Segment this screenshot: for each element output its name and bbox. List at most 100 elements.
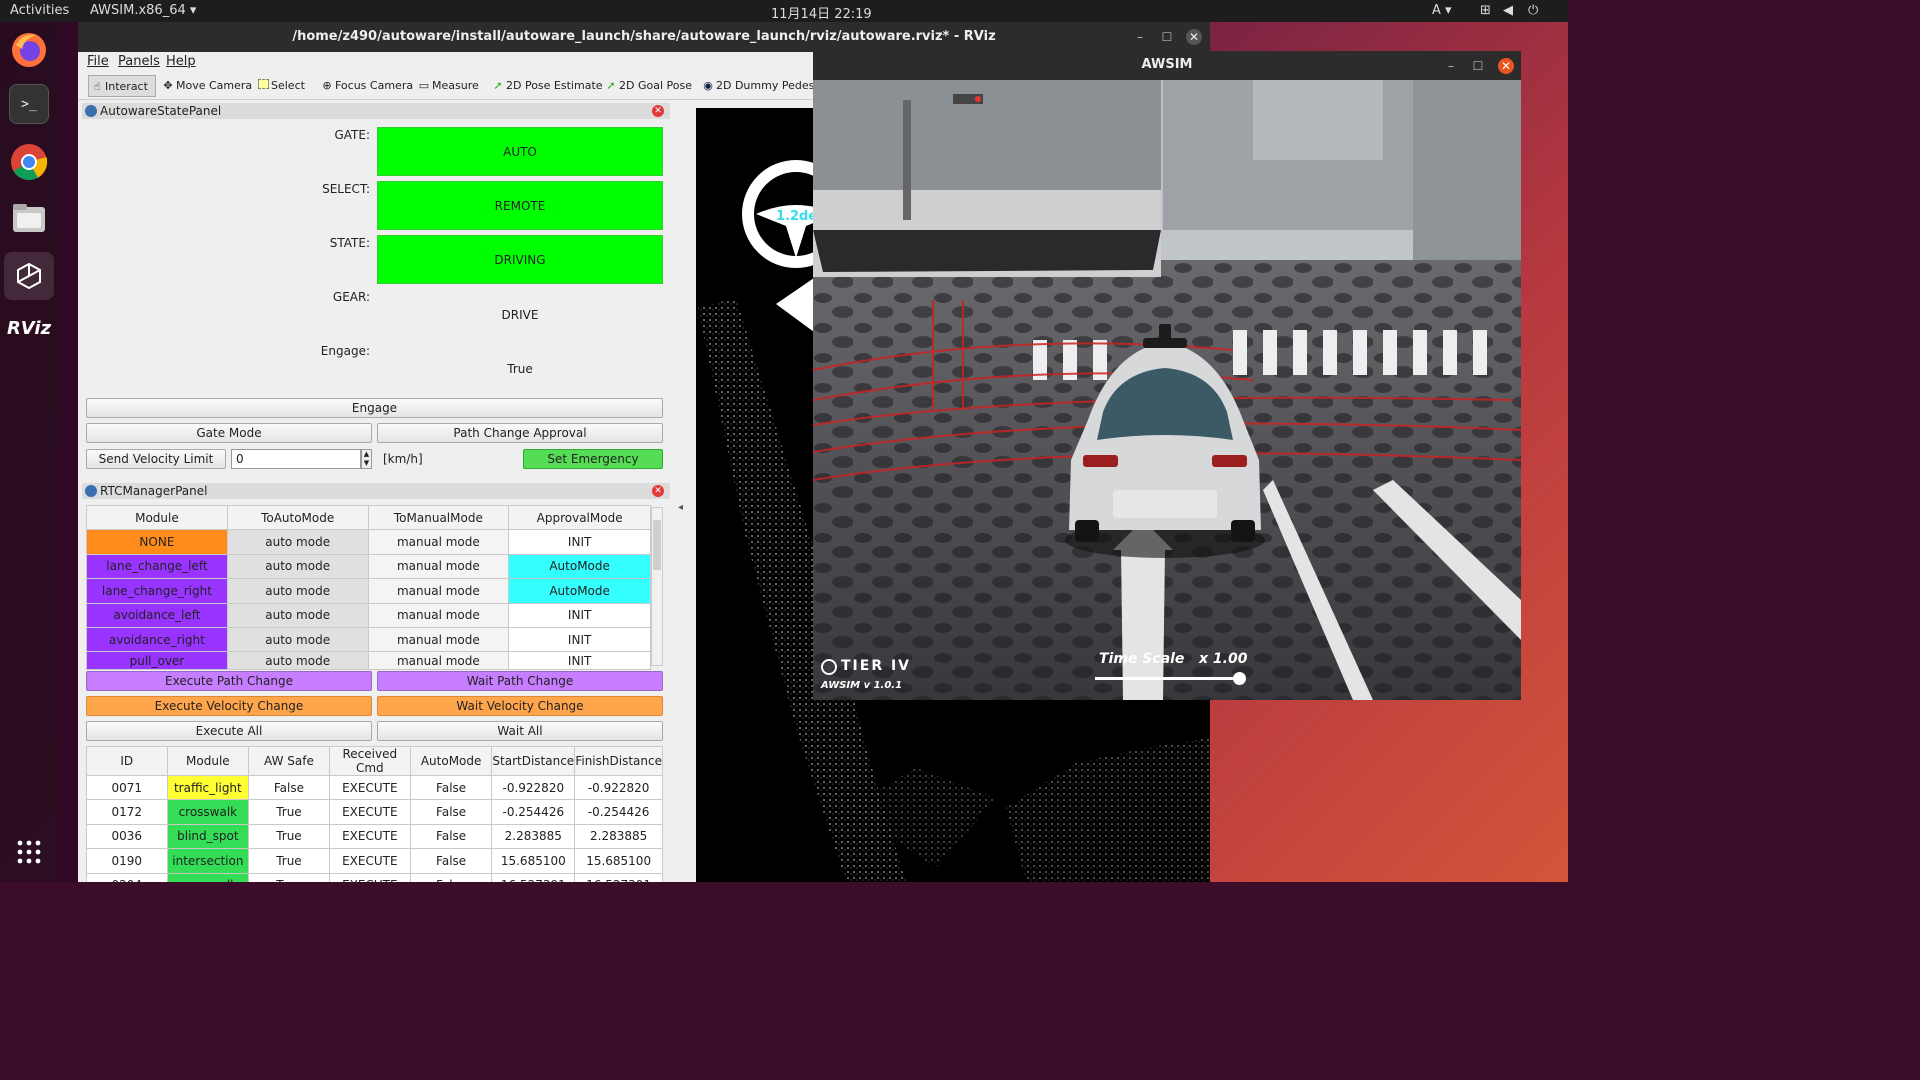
arrow-icon: ➚ xyxy=(493,79,503,92)
firefox-icon[interactable] xyxy=(9,30,49,70)
clock[interactable]: 11月14日 22:19 xyxy=(771,3,872,22)
awsim-window: AWSIM – ☐ ✕ TIER IV AWSIM v 1.0.1 Time S… xyxy=(813,51,1521,700)
velocity-limit-input[interactable]: 0 xyxy=(231,449,361,469)
manual-mode-button[interactable]: manual mode xyxy=(367,602,510,628)
approval-cell: INIT xyxy=(508,529,651,555)
table-row: 0190 intersection True EXECUTE False 15.… xyxy=(86,848,663,874)
tool-interact[interactable]: ☝ Interact xyxy=(88,75,156,97)
velocity-spinner[interactable]: ▲ ▼ xyxy=(361,449,372,469)
arrow-icon: ➚ xyxy=(606,79,616,92)
gate-label: GATE: xyxy=(334,128,370,142)
auto-mode-button[interactable]: auto mode xyxy=(226,602,369,628)
tool-focus-camera[interactable]: ⊕ Focus Camera xyxy=(319,75,413,97)
scrollbar-thumb[interactable] xyxy=(653,520,661,570)
auto-mode-button[interactable]: auto mode xyxy=(226,626,369,653)
engage-button[interactable]: Engage xyxy=(86,398,663,418)
execute-path-change-button[interactable]: Execute Path Change xyxy=(86,671,372,691)
manual-mode-button[interactable]: manual mode xyxy=(367,578,510,604)
wait-velocity-change-button[interactable]: Wait Velocity Change xyxy=(377,696,663,716)
auto-cell: False xyxy=(409,848,493,874)
rtc-status-table: ID Module AW Safe Received Cmd AutoMode … xyxy=(86,746,663,882)
simulation-view[interactable]: TIER IV AWSIM v 1.0.1 Time Scale x 1.00 xyxy=(813,80,1521,700)
execute-velocity-change-button[interactable]: Execute Velocity Change xyxy=(86,696,372,716)
volume-icon[interactable]: ◀ xyxy=(1503,3,1513,18)
rtc-table-scrollbar[interactable] xyxy=(651,507,663,666)
menu-help[interactable]: Help xyxy=(166,54,196,69)
awsim-title: AWSIM xyxy=(1141,57,1193,72)
tool-move-camera[interactable]: ✥ Move Camera xyxy=(160,75,252,97)
dock: >_ RViz xyxy=(0,22,58,882)
start-cell: 15.685100 xyxy=(491,848,576,874)
power-icon[interactable]: ⏻ xyxy=(1528,3,1538,18)
start-cell: 2.283885 xyxy=(491,823,576,850)
tool-measure[interactable]: ▭ Measure xyxy=(416,75,479,97)
auto-mode-button[interactable]: auto mode xyxy=(226,529,369,555)
select-icon xyxy=(258,79,269,89)
approval-cell: INIT xyxy=(508,602,651,628)
table-row: pull_over auto mode manual mode INIT xyxy=(86,651,651,671)
start-cell: -0.254426 xyxy=(491,799,576,825)
maximize-icon[interactable]: ☐ xyxy=(1470,58,1486,74)
manual-mode-button[interactable]: manual mode xyxy=(367,529,510,555)
cmd-cell: EXECUTE xyxy=(328,799,411,825)
tool-pose-estimate[interactable]: ➚ 2D Pose Estimate xyxy=(490,75,602,97)
wait-path-change-button[interactable]: Wait Path Change xyxy=(377,671,663,691)
time-scale-slider[interactable] xyxy=(1095,672,1246,685)
auto-mode-button[interactable]: auto mode xyxy=(226,651,369,671)
engage-value: True xyxy=(507,362,533,376)
tool-select[interactable]: Select xyxy=(256,75,305,97)
table-row: 0036 blind_spot True EXECUTE False 2.283… xyxy=(86,823,663,850)
minimize-icon[interactable]: – xyxy=(1443,58,1459,74)
finish-cell: -0.254426 xyxy=(574,799,663,825)
manual-mode-button[interactable]: manual mode xyxy=(367,626,510,653)
auto-mode-button[interactable]: auto mode xyxy=(226,553,369,580)
col-module: Module xyxy=(86,504,228,531)
app-menu[interactable]: AWSIM.x86_64 ▾ xyxy=(90,3,196,18)
module-cell: intersection xyxy=(166,848,250,874)
minimize-icon[interactable]: – xyxy=(1132,29,1148,45)
rtc-panel-header: RTCManagerPanel ✕ xyxy=(82,483,670,499)
auto-cell: False xyxy=(409,774,493,801)
maximize-icon[interactable]: ☐ xyxy=(1159,29,1175,45)
set-emergency-button[interactable]: Set Emergency xyxy=(523,449,663,469)
activities-button[interactable]: Activities xyxy=(10,3,69,18)
menu-panels[interactable]: Panels xyxy=(118,54,160,69)
splitter-handle-icon[interactable]: ◂ xyxy=(678,502,683,513)
col-to-manual: ToManualMode xyxy=(367,504,510,531)
network-icon[interactable]: ⊞ xyxy=(1480,3,1491,18)
cmd-cell: EXECUTE xyxy=(328,774,411,801)
wait-all-button[interactable]: Wait All xyxy=(377,721,663,741)
files-icon[interactable] xyxy=(9,198,49,238)
awsim-version: AWSIM v 1.0.1 xyxy=(821,680,903,691)
id-cell: 0190 xyxy=(86,848,168,874)
auto-mode-button[interactable]: auto mode xyxy=(226,578,369,604)
show-apps-icon[interactable] xyxy=(9,832,49,872)
panel-close-icon[interactable]: ✕ xyxy=(652,105,664,117)
panel-close-icon[interactable]: ✕ xyxy=(652,485,664,497)
manual-mode-button[interactable]: manual mode xyxy=(367,553,510,580)
close-icon[interactable]: ✕ xyxy=(1186,29,1202,45)
terminal-window[interactable] xyxy=(58,22,78,882)
id-cell: 0204 xyxy=(86,872,168,882)
module-cell: lane_change_left xyxy=(86,553,228,580)
gate-mode-button[interactable]: Gate Mode xyxy=(86,423,372,443)
rviz-icon[interactable]: RViz xyxy=(7,308,51,348)
slider-handle[interactable] xyxy=(1233,672,1246,685)
unity-icon[interactable] xyxy=(4,252,54,300)
chrome-icon[interactable] xyxy=(9,142,49,182)
execute-all-button[interactable]: Execute All xyxy=(86,721,372,741)
time-scale-label: Time Scale xyxy=(1099,651,1185,667)
hand-icon: ☝ xyxy=(93,80,101,93)
path-change-approval-button[interactable]: Path Change Approval xyxy=(377,423,663,443)
send-velocity-limit-button[interactable]: Send Velocity Limit xyxy=(86,449,226,469)
input-method[interactable]: A ▾ xyxy=(1432,3,1452,18)
approval-cell: AutoMode xyxy=(508,553,651,580)
terminal-icon[interactable]: >_ xyxy=(9,84,49,124)
tool-goal-pose[interactable]: ➚ 2D Goal Pose xyxy=(603,75,692,97)
module-cell: avoidance_left xyxy=(86,602,228,628)
menu-file[interactable]: File xyxy=(87,54,109,69)
manual-mode-button[interactable]: manual mode xyxy=(367,651,510,671)
id-cell: 0172 xyxy=(86,799,168,825)
close-icon[interactable]: ✕ xyxy=(1498,58,1514,74)
finish-cell: -0.922820 xyxy=(574,774,663,801)
